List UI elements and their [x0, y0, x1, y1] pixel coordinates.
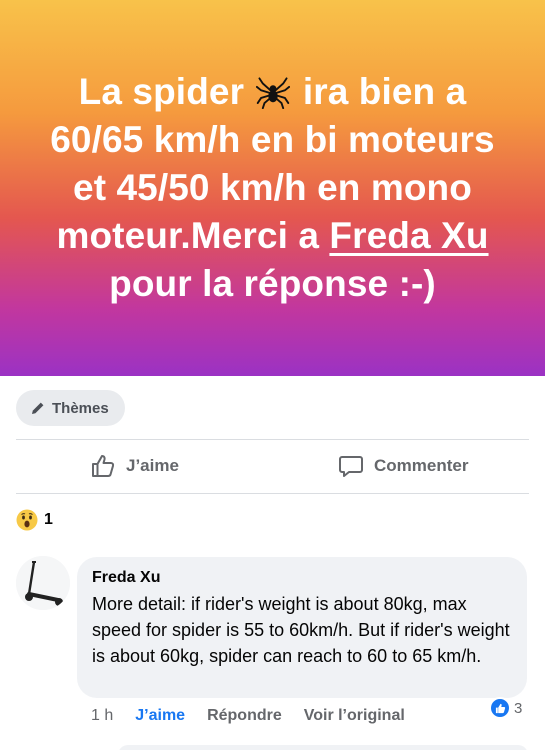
post-text: La spider ira bien a 60/65 km/h en bi mo…: [30, 68, 515, 308]
avatar[interactable]: [16, 556, 70, 610]
themes-button[interactable]: Thèmes: [16, 390, 125, 426]
post-background-banner: La spider ira bien a 60/65 km/h en bi mo…: [0, 0, 545, 376]
comment-reply-button[interactable]: Répondre: [207, 707, 282, 725]
comment-actions: 1 h J’aime Répondre Voir l’original: [91, 705, 405, 727]
reaction-summary[interactable]: 1: [16, 508, 53, 532]
pencil-icon: [32, 402, 44, 414]
comment-bubble[interactable]: Freda Xu More detail: if rider's weight …: [77, 557, 527, 698]
comment-icon: [339, 456, 363, 477]
comment-time[interactable]: 1 h: [91, 707, 113, 725]
divider: [16, 493, 529, 494]
divider: [16, 439, 529, 440]
comment-label: Commenter: [374, 456, 469, 475]
like-button[interactable]: J’aime: [90, 452, 179, 480]
spider-icon: [256, 77, 291, 109]
thumbs-up-small-icon: [495, 703, 505, 713]
next-comment-bubble[interactable]: [118, 745, 528, 750]
comment-author[interactable]: Freda Xu: [92, 568, 511, 588]
wow-emoji-icon: [16, 509, 38, 531]
post-text-part3: pour la réponse :-): [109, 263, 436, 304]
themes-label: Thèmes: [52, 399, 109, 417]
like-label: J’aime: [126, 456, 179, 475]
comment-like-badge[interactable]: 3: [489, 697, 522, 719]
comment-button[interactable]: Commenter: [338, 452, 468, 480]
comment-like-button[interactable]: J’aime: [135, 707, 185, 725]
thumbs-up-icon: [92, 455, 115, 477]
post-text-part1: La spider: [78, 71, 245, 112]
reaction-count: 1: [44, 511, 53, 528]
mention-link[interactable]: Freda Xu: [329, 215, 488, 256]
scooter-avatar-icon: [16, 556, 70, 610]
see-original-button[interactable]: Voir l’original: [304, 707, 405, 725]
like-circle-icon: [489, 697, 511, 719]
comment-text: More detail: if rider's weight is about …: [92, 594, 510, 666]
comment-like-count: 3: [514, 699, 523, 717]
